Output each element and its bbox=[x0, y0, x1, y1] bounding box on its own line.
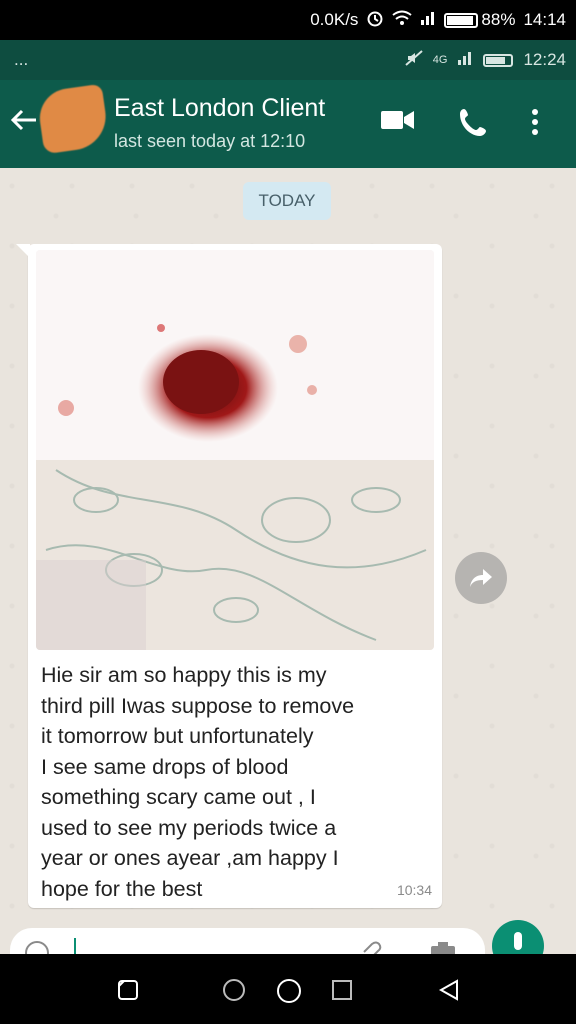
mute-icon bbox=[405, 49, 423, 72]
message-time: 10:34 bbox=[396, 882, 432, 898]
signal-icon bbox=[457, 50, 473, 71]
back-arrow-icon[interactable] bbox=[10, 106, 38, 142]
message-text: Hie sir am so happy this is my third pil… bbox=[41, 663, 355, 901]
more-options-icon[interactable] bbox=[530, 106, 540, 143]
inner-status-bar: ... 4G 12:24 bbox=[0, 40, 576, 80]
wifi-icon bbox=[392, 10, 413, 31]
chat-header: East London Client last seen today at 12… bbox=[0, 80, 576, 168]
recents-icon[interactable] bbox=[330, 978, 354, 1007]
system-nav-bar bbox=[0, 954, 576, 1024]
last-seen: last seen today at 12:10 bbox=[114, 131, 306, 151]
chat-area[interactable]: TODAY Hie sir am so happy this is my thi… bbox=[0, 168, 576, 972]
phone-clock: 14:14 bbox=[523, 10, 566, 29]
contact-name[interactable]: East London Client bbox=[114, 94, 325, 123]
battery-indicator: 88% bbox=[444, 10, 515, 30]
battery-percent: 88% bbox=[481, 10, 516, 29]
battery-icon bbox=[444, 12, 479, 28]
video-call-icon[interactable] bbox=[380, 106, 416, 139]
date-divider: TODAY bbox=[243, 182, 331, 220]
back-icon[interactable] bbox=[437, 978, 461, 1007]
phone-call-icon[interactable] bbox=[458, 106, 490, 143]
phone-status-bar: 0.0K/s 88% 14:14 bbox=[0, 0, 576, 40]
network-type: 4G bbox=[432, 54, 448, 66]
forward-button[interactable] bbox=[455, 552, 507, 604]
photo-attachment[interactable] bbox=[36, 250, 434, 650]
alarm-icon bbox=[366, 9, 384, 32]
inner-clock: 12:24 bbox=[523, 50, 566, 69]
incoming-message-bubble[interactable]: Hie sir am so happy this is my third pil… bbox=[16, 244, 442, 908]
home-icon[interactable] bbox=[276, 978, 302, 1009]
signal-icon bbox=[420, 10, 436, 31]
network-speed: 0.0K/s bbox=[310, 10, 359, 29]
home-outline-icon[interactable] bbox=[222, 978, 246, 1007]
notification-dots: ... bbox=[14, 50, 29, 69]
avatar[interactable] bbox=[36, 83, 110, 155]
battery-icon bbox=[483, 53, 514, 67]
screenshot-icon[interactable] bbox=[116, 978, 140, 1007]
